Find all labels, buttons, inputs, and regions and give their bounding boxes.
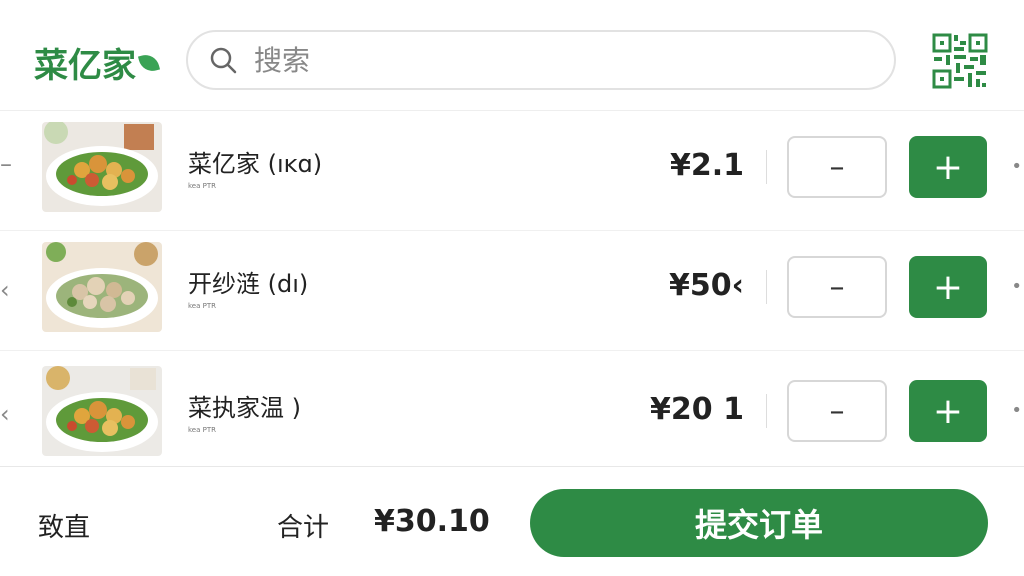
list-item: ‹ 菜执家温 ) kea PTR ¥20 1 – + •	[0, 356, 1024, 474]
leaf-icon	[137, 51, 161, 74]
product-subtext: kea PTR	[188, 182, 216, 190]
qr-code-icon[interactable]	[932, 33, 988, 89]
row-divider	[0, 350, 1024, 351]
search-input[interactable]	[252, 42, 856, 78]
increase-quantity-button[interactable]: +	[909, 136, 987, 198]
edge-mark: •	[1011, 400, 1022, 421]
product-price: ¥2.1	[669, 148, 744, 183]
edge-mark: •	[1011, 276, 1022, 297]
brand-logo-text: 菜亿家	[34, 46, 136, 86]
brand-logo[interactable]: 菜亿家	[34, 38, 161, 87]
list-item: – 菜亿家 (ıĸɑ) kea PTR ¥2.1 – + •	[0, 112, 1024, 230]
submit-order-button[interactable]: 提交订单	[530, 489, 988, 557]
chevron-left-icon[interactable]: ‹	[0, 276, 10, 304]
product-name: 菜亿家 (ıĸɑ)	[188, 150, 323, 178]
product-image	[42, 122, 162, 212]
increase-quantity-button[interactable]: +	[909, 256, 987, 318]
product-name: 开纱涟 (dı)	[188, 270, 309, 298]
decrease-quantity-button[interactable]: –	[787, 256, 887, 318]
edge-mark: •	[1011, 156, 1022, 177]
footer-left-label[interactable]: 致直	[38, 507, 90, 544]
search-bar[interactable]	[186, 30, 896, 90]
product-price: ¥20 1	[650, 392, 744, 427]
chevron-left-icon[interactable]: ‹	[0, 400, 10, 428]
decrease-quantity-button[interactable]: –	[787, 380, 887, 442]
product-list: – 菜亿家 (ıĸɑ) kea PTR ¥2.1 – + • ‹ 开纱涟 (dı…	[0, 112, 1024, 462]
checkout-bar: 致直 合计 ¥30.10 提交订单	[0, 466, 1024, 576]
total-label: 合计	[277, 513, 330, 543]
search-icon	[208, 45, 238, 75]
header: 菜亿家	[0, 0, 1024, 111]
row-divider	[0, 230, 1024, 231]
product-image	[42, 242, 162, 332]
product-name: 菜执家温 )	[188, 394, 301, 422]
app-frame: 菜亿家 搜索 – 菜亿家 (ıĸɑ) kea PTR ¥2.1 – + • ‹ …	[0, 0, 1024, 576]
divider	[766, 270, 767, 304]
product-subtext: kea PTR	[188, 302, 216, 310]
divider	[766, 394, 767, 428]
total-value: ¥30.10	[374, 504, 490, 539]
increase-quantity-button[interactable]: +	[909, 380, 987, 442]
product-price: ¥50‹	[669, 268, 744, 303]
product-image	[42, 366, 162, 456]
product-subtext: kea PTR	[188, 426, 216, 434]
decrease-quantity-button[interactable]: –	[787, 136, 887, 198]
divider	[766, 150, 767, 184]
list-item: ‹ 开纱涟 (dı) kea PTR ¥50‹ – + •	[0, 232, 1024, 350]
edge-mark: –	[0, 150, 12, 178]
